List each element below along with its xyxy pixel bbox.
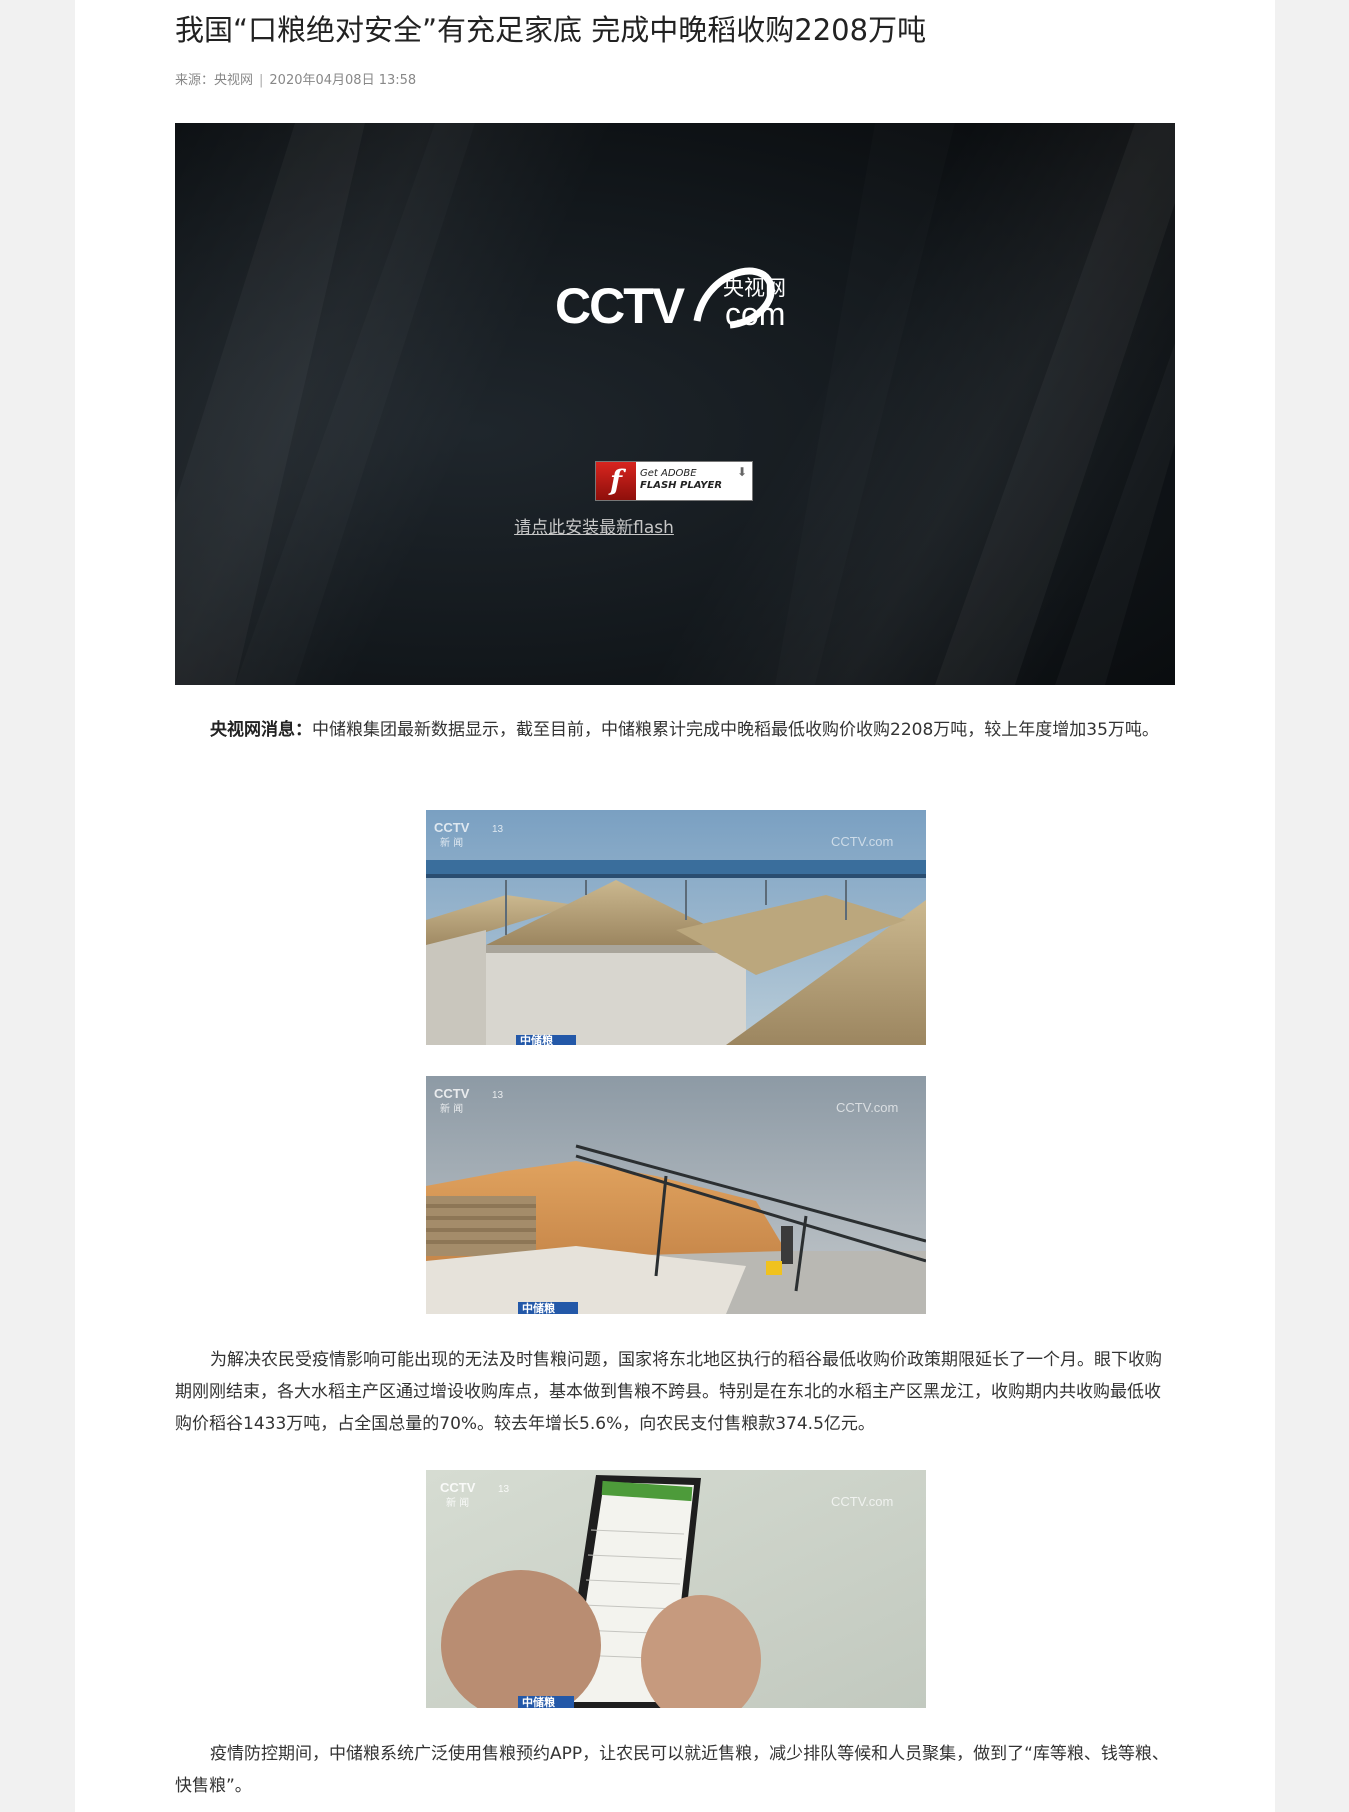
cctv-logo-text: CCTV	[555, 278, 686, 334]
flash-player-icon: f	[596, 462, 636, 500]
channel-num-text: 13	[492, 824, 504, 835]
channel-logo-text: CCTV	[434, 1086, 470, 1101]
channel-sub-text: 新 闻	[440, 1102, 463, 1115]
article-image-silos: CCTV 13 新 闻 CCTV.com 中储粮	[426, 810, 926, 1045]
image-watermark: CCTV.com	[831, 1494, 893, 1509]
article-image-phone-app: CCTV 13 新 闻 CCTV.com 中储粮	[426, 1470, 926, 1708]
video-background-streaks	[935, 123, 1175, 685]
image-watermark: CCTV.com	[831, 834, 893, 849]
channel-sub-text: 新 闻	[446, 1496, 469, 1509]
install-flash-link[interactable]: 请点此安装最新flash	[175, 513, 1013, 538]
flash-badge-player: FLASH PLAYER	[640, 480, 723, 491]
image-caption: 中储粮	[520, 1033, 553, 1045]
image-caption: 中储粮	[522, 1301, 555, 1314]
article-image-grain-pile: CCTV 13 新 闻 CCTV.com 中储粮	[426, 1076, 926, 1314]
channel-logo-text: CCTV	[434, 820, 470, 835]
download-arrow-icon: ⬇	[736, 465, 747, 479]
paragraph-1: 央视网消息：中储粮集团最新数据显示，截至目前，中储粮累计完成中晚稻最低收购价收购…	[175, 714, 1175, 746]
get-flash-player-button[interactable]: f Get ADOBE FLASH PLAYER ⬇	[595, 461, 753, 501]
channel-num-text: 13	[492, 1090, 504, 1101]
article-source: 来源：央视网	[175, 73, 254, 88]
paragraph-3: 疫情防控期间，中储粮系统广泛使用售粮预约APP，让农民可以就近售粮，减少排队等候…	[175, 1744, 1169, 1796]
flash-badge-get: Get ADOBE	[640, 468, 697, 479]
article-meta: 来源：央视网 | 2020年04月08日 13:58	[175, 72, 416, 90]
flash-badge-text: Get ADOBE FLASH PLAYER	[640, 468, 722, 492]
image-caption: 中储粮	[522, 1695, 555, 1708]
page-container: 我国“口粮绝对安全”有充足家底 完成中晚稻收购2208万吨 来源：央视网 | 202…	[75, 0, 1275, 1812]
video-player[interactable]: CCTV 央视网 com f Get ADOBE FLASH PLAYER ⬇ …	[175, 123, 1175, 685]
article-title: 我国“口粮绝对安全”有充足家底 完成中晚稻收购2208万吨	[175, 13, 927, 47]
meta-separator: |	[259, 73, 264, 88]
channel-sub-text: 新 闻	[440, 836, 463, 849]
image-watermark: CCTV.com	[836, 1100, 898, 1115]
cctv-logo-icon: CCTV 央视网 com	[555, 267, 786, 334]
cctv-logo-com: com	[725, 296, 785, 332]
article-datetime: 2020年04月08日 13:58	[269, 73, 417, 88]
paragraph-1-text: 中储粮集团最新数据显示，截至目前，中储粮累计完成中晚稻最低收购价收购2208万吨…	[312, 720, 1159, 740]
paragraph-2: 为解决农民受疫情影响可能出现的无法及时售粮问题，国家将东北地区执行的稻谷最低收购…	[175, 1350, 1162, 1434]
lead-label: 央视网消息：	[210, 720, 312, 740]
channel-num-text: 13	[498, 1484, 510, 1495]
channel-logo-text: CCTV	[440, 1480, 476, 1495]
